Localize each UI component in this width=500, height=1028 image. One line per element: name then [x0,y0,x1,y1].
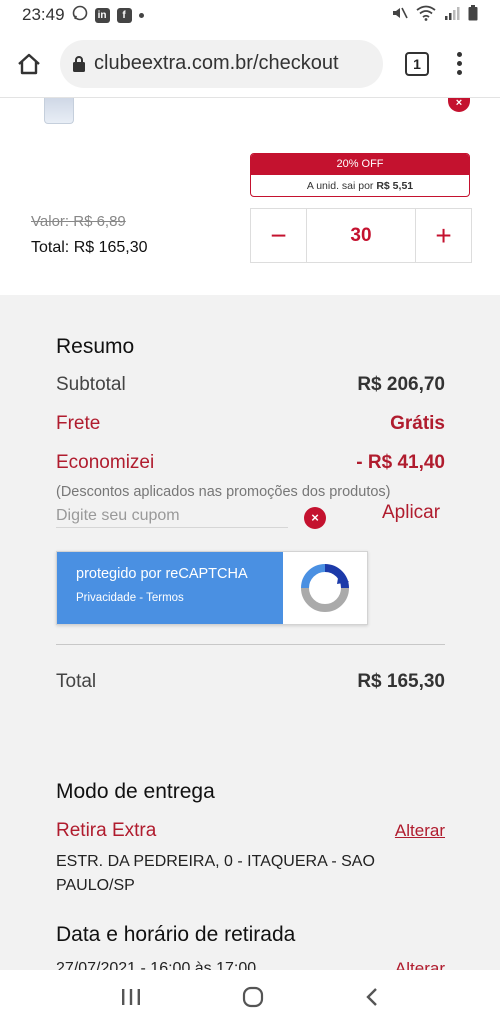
delivery-title: Modo de entrega [56,780,215,803]
coupon-input[interactable] [56,504,288,528]
subtotal-value: R$ 206,70 [357,374,445,395]
signal-icon [444,5,460,26]
recaptcha-info: protegido por reCAPTCHA Privacidade - Te… [57,552,283,624]
recaptcha-widget[interactable]: protegido por reCAPTCHA Privacidade - Te… [56,551,368,625]
home-nav-button[interactable] [242,986,264,1013]
lock-icon [73,55,85,72]
old-price: Valor: R$ 6,89 [31,213,126,230]
savings-label: Economizei [56,452,155,473]
mute-icon [390,5,408,26]
browser-toolbar: clubeextra.com.br/checkout 1 [0,30,500,98]
home-button[interactable] [14,49,44,79]
promo-label: 20% OFF [251,154,469,175]
summary-divider [56,644,445,645]
pickup-title: Data e horário de retirada [56,923,296,946]
subtotal-label: Subtotal [56,374,126,395]
url-text: clubeextra.com.br/checkout [94,52,339,74]
total-label: Total [56,671,97,692]
address-bar[interactable]: clubeextra.com.br/checkout [60,39,383,88]
system-navigation-bar [0,970,500,1028]
remove-item-button[interactable]: × [448,98,470,112]
more-vertical-icon [456,52,462,57]
tab-switcher-button[interactable]: 1 [405,51,429,76]
back-button[interactable] [364,986,380,1013]
back-icon [366,987,377,1006]
savings-value: - R$ 41,40 [356,452,445,473]
total-value: R$ 165,30 [357,671,445,692]
recaptcha-title: protegido por reCAPTCHA [76,566,248,582]
promo-badge: 20% OFF A unid. sai por R$ 5,51 [250,153,470,197]
home-circle-icon [242,986,264,1007]
savings-row: Economizei - R$ 41,40 [56,452,445,474]
unit-price-label: A unid. sai por [306,180,374,192]
cart-item: × 20% OFF A unid. sai por R$ 5,51 Valor:… [0,98,500,295]
clear-coupon-button[interactable]: × [304,507,326,529]
item-total: Total: R$ 165,30 [31,239,148,256]
facebook-icon: f [116,7,132,23]
decrease-quantity-button[interactable]: − [251,209,306,262]
summary-title: Resumo [56,335,135,358]
linkedin-icon: in [94,7,110,23]
whatsapp-icon [72,5,88,26]
recaptcha-links[interactable]: Privacidade - Termos [76,592,283,604]
delivery-mode: Retira Extra [56,820,157,841]
wifi-icon [416,5,436,26]
increase-quantity-button[interactable]: + [416,209,471,262]
unit-price-value: R$ 5,51 [376,180,414,192]
subtotal-row: Subtotal R$ 206,70 [56,374,445,396]
discount-note: (Descontos aplicados nas promoções dos p… [56,484,391,500]
product-image [44,98,74,124]
apply-coupon-button[interactable]: Aplicar [382,502,440,524]
recent-apps-button[interactable] [120,987,142,1012]
shipping-value: Grátis [390,413,445,434]
unit-price-text: A unid. sai por R$ 5,51 [251,175,469,196]
pickup-address: ESTR. DA PEDREIRA, 0 - ITAQUERA - SAO PA… [56,853,375,894]
quantity-value[interactable]: 30 [306,209,416,262]
clock: 23:49 [22,5,65,24]
total-row: Total R$ 165,30 [56,671,445,693]
browser-menu-button[interactable] [455,52,463,75]
change-delivery-link[interactable]: Alterar [395,821,445,841]
quantity-stepper: − 30 + [250,208,472,263]
delivery-mode-row: Retira Extra Alterar [56,820,445,842]
recaptcha-logo-icon [283,552,367,624]
home-icon [18,53,40,74]
shipping-label: Frete [56,413,101,434]
battery-icon [468,4,478,26]
more-notifications-icon [138,12,144,18]
shipping-row: Frete Grátis [56,413,445,435]
status-bar: 23:49 in f [0,0,500,30]
recent-apps-icon [122,988,140,1005]
